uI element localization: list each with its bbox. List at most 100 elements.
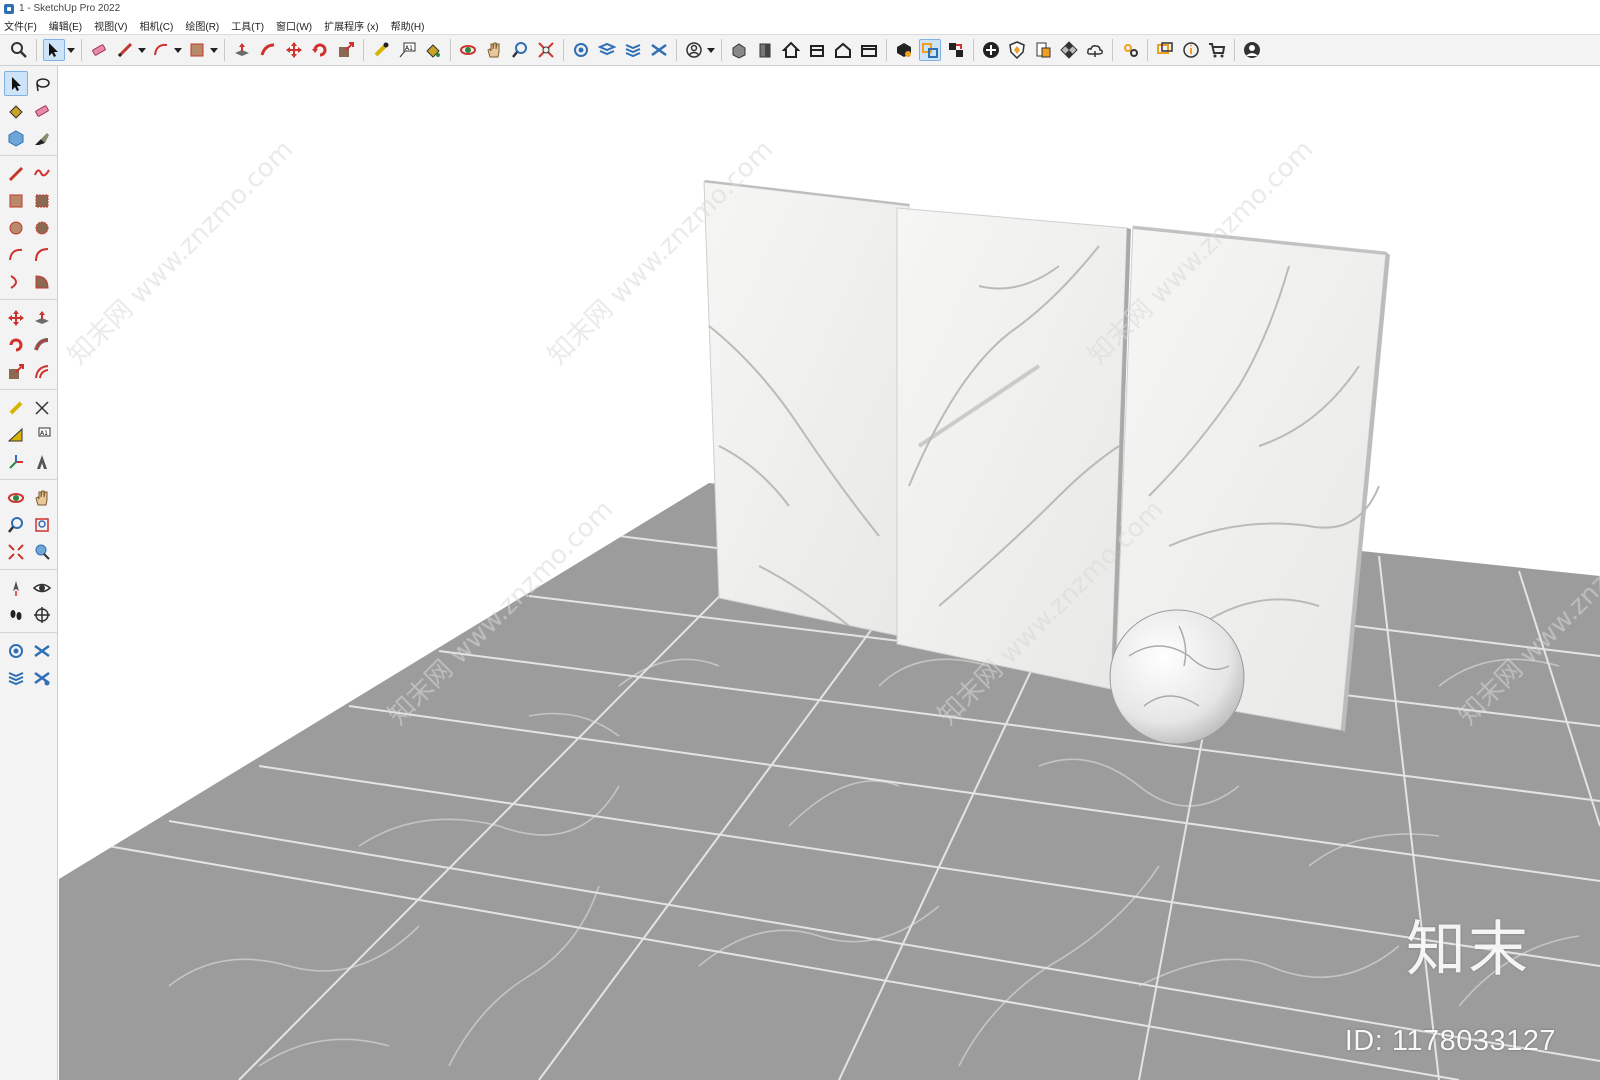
menu-window[interactable]: 窗口(W) <box>276 18 312 33</box>
back-view-button[interactable] <box>806 39 828 61</box>
rotate-button[interactable] <box>309 39 331 61</box>
zoom-extents-tool[interactable] <box>4 539 28 564</box>
two-point-arc-tool[interactable] <box>30 242 54 267</box>
marble-wall-panel[interactable] <box>896 207 1128 690</box>
tape-measure-button[interactable] <box>370 39 392 61</box>
sandbox-tool[interactable] <box>4 638 28 663</box>
offset-tool[interactable] <box>30 359 54 384</box>
tags-tool[interactable] <box>30 665 54 690</box>
previous-view-tool[interactable] <box>30 539 54 564</box>
outliner-button[interactable] <box>648 39 670 61</box>
sandbox-button[interactable] <box>570 39 592 61</box>
move-button[interactable] <box>283 39 305 61</box>
marble-sphere[interactable] <box>1109 609 1245 745</box>
zoom-extents-button[interactable] <box>535 39 557 61</box>
line-tool[interactable] <box>4 161 28 186</box>
pie-tool[interactable] <box>30 269 54 294</box>
layout-button[interactable] <box>1032 39 1054 61</box>
menu-view[interactable]: 视图(V) <box>94 18 127 33</box>
component-button[interactable] <box>919 39 941 61</box>
tag-tool[interactable] <box>30 125 54 150</box>
settings-button[interactable] <box>1119 39 1141 61</box>
make-component-tool[interactable] <box>4 125 28 150</box>
zoom-window-button[interactable] <box>509 39 531 61</box>
push-pull-tool[interactable] <box>30 305 54 330</box>
circle-tool[interactable] <box>4 215 28 240</box>
menu-camera[interactable]: 相机(C) <box>139 18 173 33</box>
pan-button[interactable] <box>483 39 505 61</box>
pencil-dropdown[interactable] <box>138 39 146 61</box>
scale-tool[interactable] <box>4 359 28 384</box>
select-dropdown[interactable] <box>67 39 75 61</box>
text-button[interactable]: A1 <box>396 39 418 61</box>
iso-view-button[interactable] <box>728 39 750 61</box>
orbit-button[interactable] <box>457 39 479 61</box>
zoom-tool[interactable] <box>4 512 28 537</box>
rotate-tool[interactable] <box>4 332 28 357</box>
freehand-tool[interactable] <box>30 161 54 186</box>
solid-tools-button[interactable] <box>945 39 967 61</box>
eraser-tool[interactable] <box>30 98 54 123</box>
home-view-button[interactable] <box>780 39 802 61</box>
styles-button[interactable] <box>622 39 644 61</box>
top-view-button[interactable] <box>858 39 880 61</box>
account-dropdown[interactable] <box>707 39 715 61</box>
arc-button[interactable] <box>150 39 172 61</box>
chat-button[interactable] <box>1154 39 1176 61</box>
add-button[interactable] <box>980 39 1002 61</box>
eraser-button[interactable] <box>88 39 110 61</box>
menu-extensions[interactable]: 扩展程序 (x) <box>324 18 378 33</box>
pan-tool[interactable] <box>30 485 54 510</box>
select-tool[interactable] <box>4 71 28 96</box>
menu-file[interactable]: 文件(F) <box>4 18 37 33</box>
section-plane-tool[interactable] <box>30 602 54 627</box>
look-around-tool[interactable] <box>30 575 54 600</box>
push-pull-button[interactable] <box>231 39 253 61</box>
follow-me-button[interactable] <box>257 39 279 61</box>
warehouse-button[interactable] <box>893 39 915 61</box>
lasso-tool[interactable] <box>30 71 54 96</box>
layer-button[interactable] <box>596 39 618 61</box>
position-camera-tool[interactable] <box>4 575 28 600</box>
menu-tools[interactable]: 工具(T) <box>231 18 264 33</box>
polygon-tool[interactable] <box>30 215 54 240</box>
checker-button[interactable] <box>1058 39 1080 61</box>
cloud-button[interactable] <box>1084 39 1106 61</box>
cart-button[interactable] <box>1206 39 1228 61</box>
select-button[interactable] <box>43 39 65 61</box>
account-button[interactable] <box>683 39 705 61</box>
follow-me-tool[interactable] <box>30 332 54 357</box>
rectangle-button[interactable] <box>186 39 208 61</box>
rotated-rectangle-tool[interactable] <box>30 188 54 213</box>
shield-button[interactable] <box>1006 39 1028 61</box>
zoom-window-tool[interactable] <box>30 512 54 537</box>
text-tool[interactable]: A1 <box>30 422 54 447</box>
arc-dropdown[interactable] <box>174 39 182 61</box>
menu-draw[interactable]: 绘图(R) <box>185 18 219 33</box>
3d-text-tool[interactable] <box>30 449 54 474</box>
styles-tool[interactable] <box>4 665 28 690</box>
menu-edit[interactable]: 编辑(E) <box>49 18 82 33</box>
rectangle-dropdown[interactable] <box>210 39 218 61</box>
front-view-button[interactable] <box>754 39 776 61</box>
tape-measure-tool[interactable] <box>4 395 28 420</box>
rectangle-tool[interactable] <box>4 188 28 213</box>
paint-bucket-button[interactable] <box>422 39 444 61</box>
marble-wall-panel[interactable] <box>703 181 910 639</box>
protractor-tool[interactable] <box>4 422 28 447</box>
axes-tool[interactable] <box>4 449 28 474</box>
three-point-arc-tool[interactable] <box>4 269 28 294</box>
model-viewport[interactable]: 知末网 www.znzmo.com 知末网 www.znzmo.com 知末网 … <box>59 66 1600 1080</box>
zoom-button[interactable] <box>8 39 30 61</box>
orbit-tool[interactable] <box>4 485 28 510</box>
profile-button[interactable] <box>1241 39 1263 61</box>
dimension-tool[interactable] <box>30 395 54 420</box>
arc-tool[interactable] <box>4 242 28 267</box>
move-tool[interactable] <box>4 305 28 330</box>
right-view-button[interactable] <box>832 39 854 61</box>
scale-button[interactable] <box>335 39 357 61</box>
walk-tool[interactable] <box>4 602 28 627</box>
info-button[interactable] <box>1180 39 1202 61</box>
menu-help[interactable]: 帮助(H) <box>391 18 425 33</box>
pencil-button[interactable] <box>114 39 136 61</box>
